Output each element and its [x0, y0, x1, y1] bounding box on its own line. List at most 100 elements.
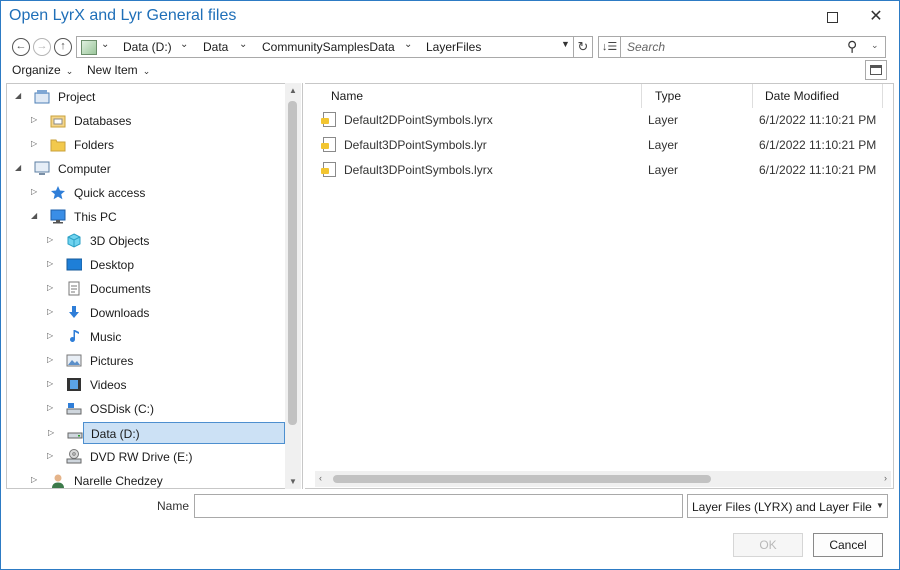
search-box[interactable]: ⚲ ⌄	[621, 36, 886, 58]
search-options-icon[interactable]: ⌄	[871, 40, 879, 51]
file-name-input[interactable]	[194, 494, 683, 518]
breadcrumb-communitysamplesdata[interactable]: CommunitySamplesData	[262, 40, 395, 54]
tree-item-folders[interactable]: ▷ Folders	[7, 134, 285, 156]
breadcrumb-data[interactable]: Data	[203, 40, 228, 54]
address-bar[interactable]: ⌄ Data (D:) ⌄ Data ⌄ CommunitySamplesDat…	[76, 36, 574, 58]
tree-item-label: Data (D:)	[91, 427, 140, 441]
file-row[interactable]: Default3DPointSymbols.lyr Layer 6/1/2022 1…	[319, 133, 879, 157]
search-icon[interactable]: ⚲	[847, 38, 857, 55]
collapsed-arrow-icon[interactable]: ▷	[47, 355, 53, 364]
collapsed-arrow-icon[interactable]: ▷	[47, 307, 53, 316]
tree-item-3d-objects[interactable]: ▷ 3D Objects	[7, 230, 285, 252]
tree-item-music[interactable]: ▷ Music	[7, 326, 285, 348]
file-list-horizontal-scrollbar[interactable]: ‹ ›	[315, 471, 891, 487]
tree-item-documents[interactable]: ▷ Documents	[7, 278, 285, 300]
tree-item-narelle-chedzey[interactable]: ▷ Narelle Chedzey	[7, 470, 285, 488]
expanded-arrow-icon[interactable]: ◢	[15, 91, 21, 100]
collapsed-arrow-icon[interactable]: ▷	[47, 403, 53, 412]
tree-item-downloads[interactable]: ▷ Downloads	[7, 302, 285, 324]
maximize-button[interactable]	[819, 5, 845, 29]
collapsed-arrow-icon[interactable]: ▷	[31, 115, 37, 124]
tree-item-desktop[interactable]: ▷ Desktop	[7, 254, 285, 276]
file-row[interactable]: Default3DPointSymbols.lyrx Layer 6/1/2022 …	[319, 158, 879, 182]
up-arrow-icon: ↑	[60, 40, 66, 52]
scrollbar-thumb[interactable]	[333, 475, 711, 483]
database-icon	[50, 113, 66, 128]
open-file-dialog: Open LyrX and Lyr General files ✕ ← → ↑ …	[0, 0, 900, 570]
ok-button[interactable]: OK	[733, 533, 803, 557]
file-row[interactable]: Default2DPointSymbols.lyrx Layer 6/1/2022 …	[319, 108, 879, 132]
toolbar: Organize ⌄ New Item ⌄	[1, 60, 899, 82]
navigation-scrollbar[interactable]: ▲ ▼	[285, 83, 301, 489]
column-header-label: Name	[331, 89, 364, 103]
os-drive-icon	[66, 401, 82, 416]
download-icon	[66, 305, 82, 320]
tree-item-data-d[interactable]: ▷ Data (D:)	[48, 422, 285, 444]
collapsed-arrow-icon[interactable]: ▷	[47, 259, 53, 268]
file-type-select[interactable]: Layer Files (LYRX) and Layer Files (L ▼	[687, 494, 888, 518]
up-button[interactable]: ↑	[54, 38, 72, 56]
forward-button[interactable]: →	[33, 38, 51, 56]
scroll-right-icon[interactable]: ›	[884, 473, 887, 483]
tree-item-databases[interactable]: ▷ Databases	[7, 110, 285, 132]
organize-menu[interactable]: Organize ⌄	[12, 63, 73, 77]
dropdown-arrow-icon: ▼	[876, 501, 884, 510]
tree-item-label: This PC	[74, 210, 117, 224]
tree-item-quick-access[interactable]: ▷ Quick access	[7, 182, 285, 204]
tree-item-project[interactable]: ◢ Project	[7, 86, 285, 108]
tree-item-osdisk-c[interactable]: ▷ OSDisk (C:)	[7, 398, 285, 420]
tree-item-dvd-rw-drive-e[interactable]: ▷ DVD RW Drive (E:)	[7, 446, 285, 468]
tree-item-label: Music	[90, 330, 122, 344]
forward-arrow-icon: →	[36, 40, 48, 52]
column-header-date-modified[interactable]: Date Modified	[759, 84, 883, 108]
new-item-label: New Item	[87, 63, 138, 77]
column-header-name[interactable]: Name	[325, 84, 642, 108]
file-list-pane[interactable]: Name Type Date Modified Default2DPointSy…	[305, 83, 894, 489]
scroll-up-icon[interactable]: ▲	[289, 86, 297, 95]
collapsed-arrow-icon[interactable]: ▷	[47, 331, 53, 340]
tree-item-label: 3D Objects	[90, 234, 150, 248]
collapsed-arrow-icon[interactable]: ▷	[31, 187, 37, 196]
chevron-down-icon[interactable]: ⌄	[404, 39, 412, 50]
collapsed-arrow-icon[interactable]: ▷	[47, 451, 53, 460]
breadcrumb-layerfiles[interactable]: LayerFiles	[426, 40, 481, 54]
expanded-arrow-icon[interactable]: ◢	[31, 211, 37, 220]
navigation-pane[interactable]: ◢ Project ▷ Databases ▷ Folders ◢ Computer ▷ Quic…	[6, 83, 301, 489]
search-input[interactable]	[625, 39, 825, 55]
scroll-down-icon[interactable]: ▼	[289, 477, 297, 486]
cancel-button[interactable]: Cancel	[813, 533, 883, 557]
refresh-button[interactable]: ↻	[574, 36, 593, 58]
breadcrumb-data-drive[interactable]: Data (D:)	[123, 40, 172, 54]
chevron-down-icon[interactable]: ⌄	[239, 39, 247, 50]
project-icon	[34, 89, 50, 104]
collapsed-arrow-icon[interactable]: ▷	[47, 379, 53, 388]
collapsed-arrow-icon[interactable]: ▷	[48, 428, 54, 437]
file-date-cell: 6/1/2022 11:10:21 PM	[759, 163, 877, 177]
back-button[interactable]: ←	[12, 38, 30, 56]
chevron-down-icon[interactable]: ⌄	[180, 39, 188, 50]
collapsed-arrow-icon[interactable]: ▷	[31, 139, 37, 148]
column-header-type[interactable]: Type	[649, 84, 753, 108]
close-button[interactable]: ✕	[863, 5, 889, 29]
scroll-left-icon[interactable]: ‹	[319, 473, 322, 483]
refresh-icon: ↻	[577, 39, 589, 54]
folder-icon	[50, 137, 66, 152]
chevron-down-icon[interactable]: ⌄	[101, 39, 109, 50]
view-layout-button[interactable]	[865, 60, 887, 80]
collapsed-arrow-icon[interactable]: ▷	[47, 283, 53, 292]
scrollbar-thumb[interactable]	[288, 101, 297, 425]
file-name-cell: Default3DPointSymbols.lyrx	[344, 163, 493, 177]
tree-item-pictures[interactable]: ▷ Pictures	[7, 350, 285, 372]
new-item-menu[interactable]: New Item ⌄	[87, 63, 150, 77]
tree-item-videos[interactable]: ▷ Videos	[7, 374, 285, 396]
tree-item-computer[interactable]: ◢ Computer	[7, 158, 285, 180]
address-dropdown-icon[interactable]: ▼	[561, 39, 570, 49]
sort-button[interactable]: ↓☰	[598, 36, 621, 58]
tree-item-this-pc[interactable]: ◢ This PC	[7, 206, 285, 228]
collapsed-arrow-icon[interactable]: ▷	[47, 235, 53, 244]
tree-item-label: OSDisk (C:)	[90, 402, 154, 416]
pictures-icon	[66, 353, 82, 368]
layer-file-icon	[321, 162, 336, 177]
collapsed-arrow-icon[interactable]: ▷	[31, 475, 37, 484]
expanded-arrow-icon[interactable]: ◢	[15, 163, 21, 172]
